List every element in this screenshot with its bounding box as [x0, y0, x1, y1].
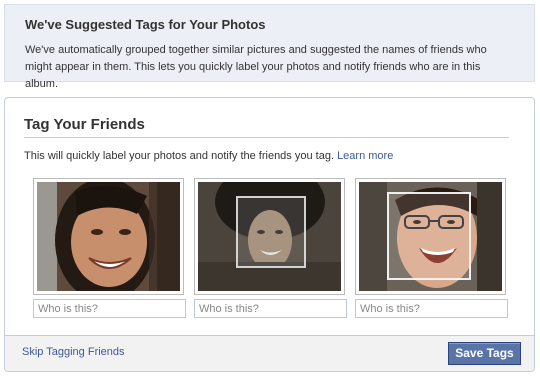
- face-photo[interactable]: [359, 182, 502, 291]
- notice-text: We've automatically grouped together sim…: [25, 44, 487, 90]
- dialog-description: This will quickly label your photos and …: [24, 150, 393, 162]
- face-detection-box[interactable]: [236, 196, 306, 268]
- dialog-footer: Skip Tagging Friends Save Tags: [5, 335, 534, 371]
- learn-more-link[interactable]: Learn more: [337, 150, 393, 162]
- skip-tagging-link[interactable]: Skip Tagging Friends: [22, 346, 125, 358]
- notice-title: We've Suggested Tags for Your Photos: [25, 17, 266, 32]
- face-detection-box[interactable]: [387, 192, 471, 280]
- suggestion-notice: We've Suggested Tags for Your Photos We'…: [4, 4, 535, 90]
- face-photo[interactable]: [198, 182, 341, 291]
- photo-card[interactable]: [355, 178, 506, 295]
- face-thumbnail: [37, 182, 180, 291]
- photo-card[interactable]: [33, 178, 184, 295]
- who-is-this-input[interactable]: [355, 299, 508, 318]
- tag-friends-dialog: Tag Your Friends This will quickly label…: [4, 97, 535, 372]
- dialog-description-text: This will quickly label your photos and …: [24, 150, 334, 162]
- who-is-this-input[interactable]: [33, 299, 186, 318]
- photo-card[interactable]: [194, 178, 345, 295]
- dialog-title: Tag Your Friends: [24, 116, 509, 138]
- who-is-this-input[interactable]: [194, 299, 347, 318]
- save-tags-button[interactable]: Save Tags: [448, 342, 521, 365]
- face-photo[interactable]: [37, 182, 180, 291]
